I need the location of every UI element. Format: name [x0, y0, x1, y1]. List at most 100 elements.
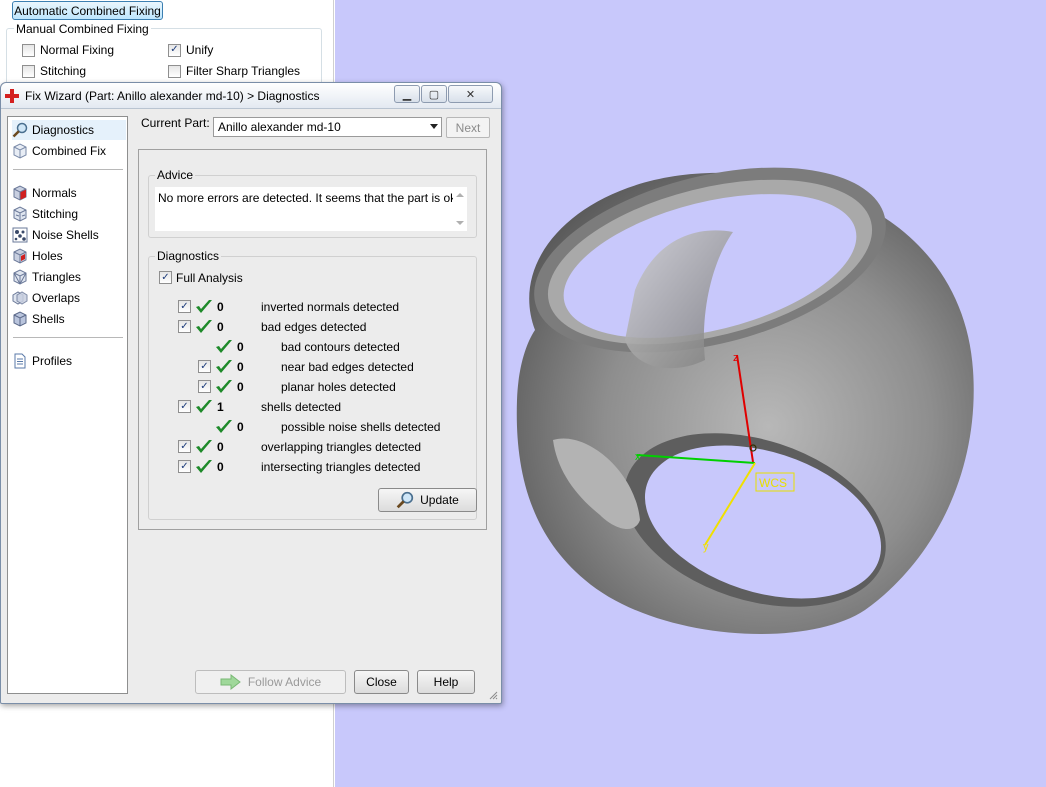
nav-separator: [13, 169, 123, 170]
normal-fixing-option[interactable]: Normal Fixing: [22, 43, 114, 57]
green-check-icon: [216, 340, 232, 353]
diagnostic-count: 1: [217, 400, 224, 414]
unify-checkbox[interactable]: ✓: [168, 43, 181, 57]
advice-scrollbar[interactable]: [453, 187, 467, 231]
nav-item-holes[interactable]: Holes: [12, 246, 126, 266]
nav-label-normals: Normals: [32, 186, 77, 200]
full-analysis-option[interactable]: ✓ Full Analysis: [159, 270, 279, 286]
resize-grip-icon[interactable]: [488, 690, 498, 700]
nav-item-combined-fix[interactable]: Combined Fix: [12, 141, 126, 161]
diagnostic-label: near bad edges detected: [281, 360, 414, 374]
nav-label-holes: Holes: [32, 249, 63, 263]
y-axis-label: y: [703, 541, 709, 553]
full-analysis-checkbox[interactable]: ✓: [159, 271, 172, 284]
nav-item-profiles[interactable]: Profiles: [12, 351, 126, 371]
green-check-icon: [196, 320, 212, 333]
nav-item-stitching[interactable]: Stitching: [12, 204, 126, 224]
dialog-title: Fix Wizard (Part: Anillo alexander md-10…: [25, 89, 320, 103]
help-button[interactable]: Help: [417, 670, 475, 694]
diagnostic-checkbox[interactable]: ✓: [178, 440, 191, 453]
diagnostic-count: 0: [217, 460, 224, 474]
unify-option[interactable]: ✓ Unify: [168, 43, 213, 57]
diagnostic-row: ✓ 0 near bad edges detected: [149, 359, 469, 375]
diagnostic-label: possible noise shells detected: [281, 420, 441, 434]
current-part-label: Current Part:: [141, 116, 210, 130]
noise-shells-icon: [12, 227, 28, 243]
diagnostic-row: ✓ 0 overlapping triangles detected: [149, 439, 469, 455]
diagnostic-checkbox[interactable]: ✓: [178, 400, 191, 413]
nav-item-normals[interactable]: Normals: [12, 183, 126, 203]
advice-text: No more errors are detected. It seems th…: [158, 191, 460, 205]
diagnostic-label: shells detected: [261, 400, 342, 414]
current-part-select[interactable]: Anillo alexander md-10: [213, 117, 442, 137]
x-axis-label: x: [635, 451, 641, 463]
dialog-titlebar[interactable]: Fix Wizard (Part: Anillo alexander md-10…: [1, 83, 501, 109]
red-cross-icon: [5, 89, 19, 103]
green-check-icon: [216, 380, 232, 393]
diagnostic-count: 0: [217, 440, 224, 454]
scroll-down-icon[interactable]: [456, 221, 464, 225]
nav-separator: [13, 337, 123, 338]
manual-combined-fixing-group: Manual Combined Fixing: [6, 22, 322, 88]
nav-item-noise-shells[interactable]: Noise Shells: [12, 225, 126, 245]
nav-label-triangles: Triangles: [32, 270, 81, 284]
maximize-button[interactable]: ▢: [421, 85, 447, 103]
advice-title: Advice: [155, 168, 196, 182]
wcs-label: WCS: [759, 476, 787, 490]
diagnostic-row: ✓ 0 planar holes detected: [149, 379, 469, 395]
diagnostic-checkbox[interactable]: ✓: [198, 380, 211, 393]
stitching-option[interactable]: Stitching: [22, 64, 86, 78]
nav-item-diagnostics[interactable]: Diagnostics: [12, 120, 126, 140]
scroll-up-icon[interactable]: [456, 193, 464, 197]
diagnostic-count: 0: [217, 320, 224, 334]
nav-label-overlaps: Overlaps: [32, 291, 81, 305]
diagnostic-count: 0: [237, 420, 244, 434]
nav-item-triangles[interactable]: Triangles: [12, 267, 126, 287]
follow-advice-button[interactable]: Follow Advice: [195, 670, 346, 694]
minimize-icon: ▁: [402, 88, 412, 101]
diagnostic-label: intersecting triangles detected: [261, 460, 421, 474]
wizard-nav: Diagnostics Combined Fix Normals Stitchi…: [7, 116, 128, 694]
update-button[interactable]: Update: [378, 488, 477, 512]
minimize-button[interactable]: ▁: [394, 85, 420, 103]
chevron-down-icon: [430, 124, 438, 129]
filter-sharp-triangles-option[interactable]: Filter Sharp Triangles: [168, 64, 300, 78]
arrow-right-icon: [220, 674, 241, 690]
diagnostic-label: bad edges detected: [261, 320, 367, 334]
diagnostic-checkbox[interactable]: ✓: [198, 360, 211, 373]
close-icon: ✕: [465, 88, 476, 101]
triangles-cube-icon: [13, 269, 27, 285]
advice-textbox[interactable]: No more errors are detected. It seems th…: [155, 187, 467, 231]
filter-sharp-triangles-label: Filter Sharp Triangles: [186, 64, 301, 78]
filter-sharp-triangles-checkbox[interactable]: [168, 64, 181, 78]
diagnostic-checkbox[interactable]: ✓: [178, 460, 191, 473]
stitching-checkbox[interactable]: [22, 64, 35, 78]
shells-icon: [13, 311, 27, 327]
normal-fixing-checkbox[interactable]: [22, 43, 35, 57]
diagnostic-row: ✓ 0 intersecting triangles detected: [149, 459, 469, 475]
normal-fixing-label: Normal Fixing: [40, 43, 115, 57]
diagnostic-row: 0 possible noise shells detected: [149, 419, 469, 435]
diagnostic-label: bad contours detected: [281, 340, 400, 354]
nav-item-overlaps[interactable]: Overlaps: [12, 288, 126, 308]
diagnostic-checkbox[interactable]: ✓: [178, 320, 191, 333]
diagnostic-row: ✓ 1 shells detected: [149, 399, 469, 415]
diagnostics-title: Diagnostics: [155, 249, 222, 263]
nav-label-combined-fix: Combined Fix: [32, 144, 107, 158]
close-button[interactable]: Close: [354, 670, 409, 694]
green-check-icon: [216, 360, 232, 373]
diagnostic-count: 0: [237, 380, 244, 394]
green-check-icon: [196, 440, 212, 453]
nav-label-profiles: Profiles: [32, 354, 73, 368]
diagnostic-checkbox[interactable]: ✓: [178, 300, 191, 313]
next-button[interactable]: Next: [446, 117, 490, 138]
full-analysis-label: Full Analysis: [176, 271, 243, 285]
z-axis-label: z: [733, 352, 739, 364]
nav-label-diagnostics: Diagnostics: [32, 123, 95, 137]
magnifier-icon: [12, 122, 28, 138]
manual-group-title: Manual Combined Fixing: [14, 22, 151, 36]
automatic-combined-fixing-button[interactable]: Automatic Combined Fixing: [12, 1, 163, 20]
nav-item-shells[interactable]: Shells: [12, 309, 126, 329]
cube-icon: [13, 143, 27, 159]
close-window-button[interactable]: ✕: [448, 85, 493, 103]
